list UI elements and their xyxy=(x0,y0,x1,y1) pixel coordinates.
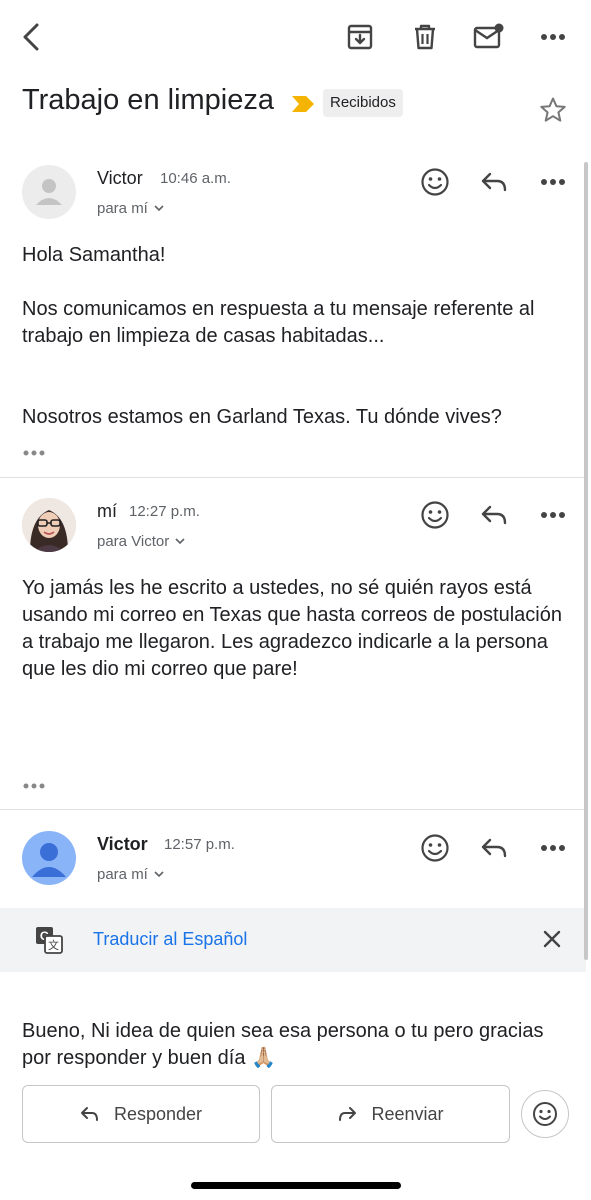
forward-icon xyxy=(337,1106,357,1122)
archive-icon[interactable] xyxy=(343,20,377,54)
sender-name: Victor xyxy=(97,168,143,188)
avatar-photo xyxy=(22,498,76,552)
translate-link[interactable]: Traducir al Español xyxy=(93,929,247,950)
forward-button-label: Reenviar xyxy=(371,1103,444,1124)
message-more-icon[interactable] xyxy=(536,165,570,199)
message-more-icon[interactable] xyxy=(536,498,570,532)
emoji-reaction-icon[interactable] xyxy=(418,165,452,199)
sender-name: mí xyxy=(97,501,117,521)
recipient-label: para mí xyxy=(97,866,148,883)
star-icon[interactable] xyxy=(539,96,567,124)
scrollbar[interactable] xyxy=(584,162,588,960)
recipient-label: para Victor xyxy=(97,533,170,550)
message-more-icon[interactable] xyxy=(536,831,570,865)
more-horizontal-icon[interactable] xyxy=(536,20,570,54)
email-subject: Trabajo en limpieza xyxy=(22,84,274,116)
message-body: Hola Samantha! Nos comunicamos en respue… xyxy=(22,244,535,428)
chevron-down-icon xyxy=(154,871,164,878)
inbox-label-chip[interactable]: Recibidos xyxy=(323,89,403,117)
forward-button[interactable]: Reenviar xyxy=(271,1085,510,1143)
emoji-reaction-icon xyxy=(532,1101,558,1127)
reply-icon[interactable] xyxy=(477,498,511,532)
translate-bar xyxy=(0,908,586,972)
message-body: Yo jamás les he escrito a ustedes, no sé… xyxy=(22,577,562,680)
emoji-reaction-icon[interactable] xyxy=(418,831,452,865)
show-trimmed-content-icon[interactable] xyxy=(22,447,48,459)
show-trimmed-content-icon[interactable] xyxy=(22,780,48,792)
chevron-down-icon xyxy=(154,205,164,212)
message-divider xyxy=(0,809,586,810)
message-time: 10:46 a.m. xyxy=(160,170,231,187)
chevron-down-icon xyxy=(175,538,185,545)
emoji-reaction-icon[interactable] xyxy=(418,498,452,532)
sender-name: Victor xyxy=(97,834,148,854)
reply-button[interactable]: Responder xyxy=(22,1085,260,1143)
recipient-toggle[interactable]: para mí xyxy=(97,200,164,217)
message-time: 12:27 p.m. xyxy=(129,503,200,520)
svg-text:文: 文 xyxy=(48,938,59,952)
avatar xyxy=(22,165,76,219)
recipient-toggle[interactable]: para Victor xyxy=(97,533,185,550)
mark-unread-icon[interactable] xyxy=(472,20,506,54)
reply-icon[interactable] xyxy=(477,831,511,865)
close-icon[interactable] xyxy=(542,929,562,949)
reply-icon[interactable] xyxy=(477,165,511,199)
emoji-reaction-button[interactable] xyxy=(521,1090,569,1138)
recipient-toggle[interactable]: para mí xyxy=(97,866,164,883)
home-indicator xyxy=(191,1182,401,1189)
message-body: Bueno, Ni idea de quien sea esa persona … xyxy=(22,1020,544,1069)
message-time: 12:57 p.m. xyxy=(164,836,235,853)
translate-icon: G文 xyxy=(35,926,63,954)
reply-button-label: Responder xyxy=(113,1103,203,1124)
recipient-label: para mí xyxy=(97,200,148,217)
message-divider xyxy=(0,477,586,478)
avatar xyxy=(22,831,76,885)
trash-icon[interactable] xyxy=(408,20,442,54)
important-marker-icon[interactable] xyxy=(291,95,315,113)
back-arrow-icon[interactable] xyxy=(14,20,48,54)
reply-icon xyxy=(80,1106,100,1122)
